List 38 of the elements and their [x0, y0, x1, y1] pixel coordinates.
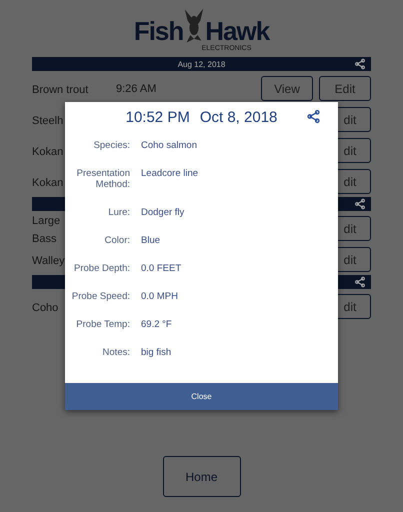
species-label: Brown trout	[32, 84, 88, 96]
home-button[interactable]: Home	[162, 456, 240, 497]
species-label: Large Bass	[32, 214, 60, 244]
species-label: Kokan	[32, 176, 64, 188]
logo-text: Fish	[134, 17, 184, 45]
share-icon[interactable]	[306, 109, 321, 124]
field-value: Leadcore line	[141, 168, 200, 181]
field-value: Dodger fly	[141, 207, 186, 218]
species-label: Coho	[32, 302, 58, 314]
field-label: Probe Speed:	[70, 291, 130, 302]
bird-icon	[183, 7, 206, 45]
date-label: Aug 12, 2018	[178, 60, 226, 68]
field-label: Species:	[92, 140, 130, 151]
row-button[interactable]: Edit	[319, 76, 371, 101]
dialog-time: 10:52 PM	[126, 108, 190, 126]
species-label: Walley	[32, 254, 65, 266]
field-label: Color:	[104, 235, 130, 246]
logo-text: Hawk	[205, 17, 270, 45]
field-label: Probe Depth:	[73, 263, 130, 274]
field-label: Probe Temp:	[75, 319, 130, 330]
dialog-date: Oct 8, 2018	[200, 108, 278, 126]
species-label: Kokan	[32, 146, 64, 158]
field-value: 69.2 °F	[141, 319, 173, 330]
share-icon[interactable]	[354, 276, 366, 288]
row-button[interactable]: View	[261, 76, 313, 101]
field-label: Notes:	[102, 347, 130, 358]
time-label: 9:26 AM	[116, 82, 156, 94]
field-label: Lure:	[107, 207, 130, 218]
field-value: big fish	[141, 347, 172, 358]
field-value: 0.0 MPH	[141, 291, 179, 302]
field-value: Coho salmon	[141, 140, 198, 151]
share-icon[interactable]	[354, 58, 366, 70]
close-button[interactable]: Close	[65, 383, 338, 410]
field-value: Blue	[141, 235, 162, 246]
field-label: Presentation Method:	[76, 168, 130, 190]
field-value: 0.0 FEET	[141, 263, 182, 274]
species-label: Steelh	[32, 114, 64, 126]
share-icon[interactable]	[354, 198, 366, 210]
